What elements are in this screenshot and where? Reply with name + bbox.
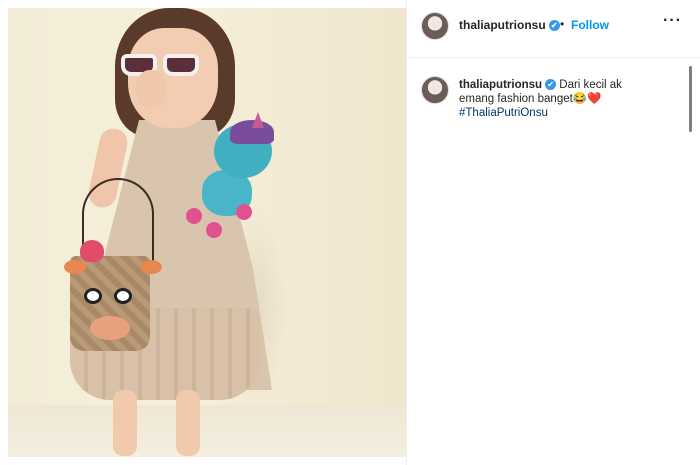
bag-eye-right	[114, 288, 132, 304]
more-options-icon[interactable]: ···	[663, 12, 682, 30]
unicorn-plush	[186, 112, 276, 238]
caption-username[interactable]: thaliaputrionsu	[459, 79, 542, 91]
unicorn-foot	[236, 204, 252, 220]
unicorn-horn	[252, 112, 264, 128]
bag-heart	[80, 240, 104, 262]
follow-button[interactable]: Follow	[571, 18, 609, 32]
bag-nose	[90, 316, 130, 340]
comments-scrollbar[interactable]	[689, 66, 692, 132]
bag-ear-right	[140, 260, 162, 274]
caption-avatar[interactable]	[421, 76, 449, 104]
header-username-text[interactable]: thaliaputrionsu	[459, 18, 546, 32]
post-header: thaliaputrionsu ✔ • Follow ···	[407, 0, 700, 58]
child-hand	[136, 70, 166, 108]
child-leg-left	[113, 390, 137, 456]
post-photo[interactable]	[8, 8, 406, 457]
bag-eye-left	[84, 288, 102, 304]
photo-floor	[8, 405, 406, 457]
hashtag-link[interactable]: #ThaliaPutriOnsu	[459, 107, 548, 119]
unicorn-foot	[186, 208, 202, 224]
sunglasses	[121, 54, 201, 76]
caption-verified-badge-icon: ✔	[545, 79, 557, 91]
bag-ear-left	[64, 260, 86, 274]
sunglasses-lens-right	[163, 54, 199, 76]
header-separator: •	[560, 17, 565, 31]
child-leg-right	[176, 390, 200, 456]
post-side-panel: thaliaputrionsu ✔ • Follow ··· thaliaputr…	[406, 0, 700, 465]
profile-avatar[interactable]	[421, 12, 449, 40]
caption-text-block: thaliaputrionsu ✔ Dari kecil ak emang fas…	[459, 78, 659, 120]
unicorn-foot	[206, 222, 222, 238]
instagram-embed: thaliaputrionsu ✔ • Follow ··· thaliaputr…	[0, 0, 700, 465]
header-username[interactable]: thaliaputrionsu ✔	[459, 18, 560, 32]
verified-badge-icon: ✔	[548, 20, 560, 32]
